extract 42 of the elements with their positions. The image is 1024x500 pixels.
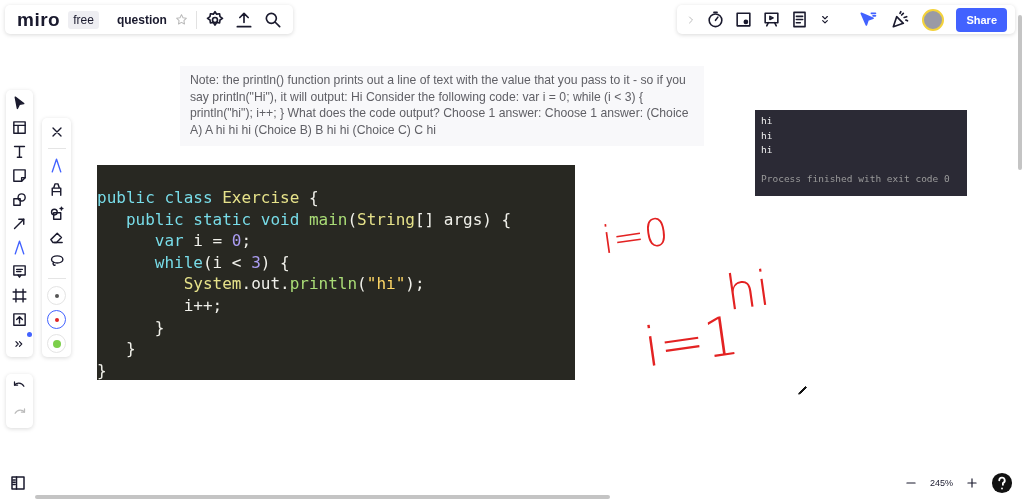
presentation-icon[interactable] bbox=[762, 10, 782, 29]
code-line: public class Exercise { bbox=[97, 187, 320, 209]
party-popper-icon[interactable] bbox=[890, 9, 911, 30]
layout-icon[interactable] bbox=[11, 119, 28, 136]
code-line: while(i < 3) { bbox=[153, 251, 291, 274]
console-line: hi bbox=[761, 114, 774, 128]
console-line: hi bbox=[761, 128, 774, 143]
scrollbar[interactable] bbox=[1018, 15, 1022, 170]
scrollbar[interactable] bbox=[35, 495, 610, 499]
frame-icon[interactable] bbox=[11, 287, 28, 304]
card-icon[interactable] bbox=[734, 10, 754, 29]
zoom-level[interactable]: 245% bbox=[929, 478, 953, 488]
handwritten-text: i=0 bbox=[599, 209, 672, 263]
text-icon[interactable] bbox=[11, 143, 28, 160]
code-line: System.out.println("hi"); bbox=[182, 273, 426, 295]
plan-badge: free bbox=[68, 10, 99, 29]
handwritten-text: hi bbox=[722, 259, 774, 321]
code-line: } bbox=[153, 316, 166, 339]
console-line: hi bbox=[761, 143, 774, 157]
avatar[interactable] bbox=[922, 8, 945, 31]
miro-logo[interactable]: miro bbox=[17, 8, 61, 31]
console-line: Process finished with exit code 0 bbox=[761, 172, 951, 186]
notification-dot bbox=[26, 332, 32, 337]
code-line: public static void main(String[] args) { bbox=[124, 208, 513, 231]
star-icon[interactable] bbox=[174, 13, 188, 26]
shape-pen-icon[interactable] bbox=[48, 205, 65, 222]
sidebar-icon[interactable] bbox=[9, 474, 27, 492]
shapes-icon[interactable] bbox=[11, 191, 28, 208]
question-text: Note: the println() function prints out a line of text with the value that you pass to it - so if you say println("Hi"), it will output: Hi Consider the following code: var i = 0; while (i < 3) { println("hi"); i++; } What does the code output? Choose 1 answer: Choose 1 answer: (Choice A) A hi hi hi (Choice B) B hi hi (Choice C) C hi bbox=[180, 66, 704, 146]
code-line: } bbox=[124, 338, 137, 360]
share-button[interactable]: Share bbox=[956, 7, 1007, 32]
code-line: } bbox=[97, 359, 108, 382]
code-line: var i = 0; bbox=[153, 230, 253, 252]
board-title[interactable]: question bbox=[116, 12, 167, 27]
plus-icon[interactable] bbox=[965, 476, 979, 490]
help-icon[interactable] bbox=[991, 472, 1013, 494]
sticky-note-icon[interactable] bbox=[11, 167, 28, 184]
comment-icon[interactable] bbox=[11, 263, 28, 280]
pen-cursor-icon bbox=[797, 384, 809, 396]
timer-icon[interactable] bbox=[706, 10, 726, 29]
upload-icon[interactable] bbox=[11, 311, 28, 328]
code-line: i++; bbox=[182, 294, 224, 317]
